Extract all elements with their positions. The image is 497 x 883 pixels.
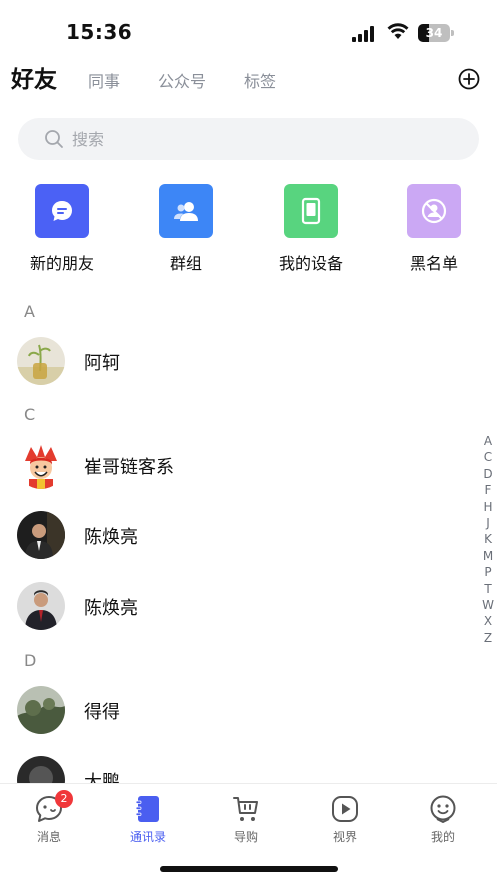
section-letter-c: C xyxy=(24,405,36,424)
groups-label: 群组 xyxy=(169,254,202,273)
blacklist-label: 黑名单 xyxy=(409,254,458,273)
avatar xyxy=(17,686,65,734)
nav-profile[interactable]: 我的 xyxy=(403,794,483,845)
tab-friends[interactable]: 好友 xyxy=(11,60,57,100)
device-icon xyxy=(284,184,338,238)
index-letter[interactable]: K xyxy=(480,531,496,547)
tab-colleagues[interactable]: 同事 xyxy=(88,62,120,102)
nav-label: 视界 xyxy=(332,830,357,844)
section-letter-a: A xyxy=(24,302,35,321)
status-time: 15:36 xyxy=(66,20,133,44)
chat-bubble-icon xyxy=(35,184,89,238)
nav-label: 消息 xyxy=(36,830,61,844)
home-indicator xyxy=(160,866,338,872)
nav-label: 导购 xyxy=(233,830,258,844)
index-letter[interactable]: W xyxy=(480,597,496,613)
cellular-signal-icon xyxy=(352,26,378,42)
my-devices-entry[interactable]: 我的设备 xyxy=(261,184,361,274)
status-bar: 15:36 34 xyxy=(0,0,497,60)
nav-label: 通讯录 xyxy=(129,830,166,844)
battery-tip xyxy=(451,30,454,36)
alphabet-index[interactable]: A C D F H J K M P T W X Z xyxy=(480,433,496,646)
add-circle-icon[interactable] xyxy=(458,68,480,90)
index-letter[interactable]: F xyxy=(480,482,496,498)
block-user-icon xyxy=(407,184,461,238)
nav-shopping-guide[interactable]: 导购 xyxy=(206,794,286,845)
contacts-book-icon xyxy=(133,794,163,824)
groups-entry[interactable]: 群组 xyxy=(136,184,236,274)
contact-row[interactable]: 崔哥链客系 xyxy=(0,430,470,500)
contact-name: 崔哥链客系 xyxy=(84,457,174,478)
group-icon xyxy=(159,184,213,238)
my-devices-label: 我的设备 xyxy=(278,254,343,273)
nav-contacts[interactable]: 通讯录 xyxy=(108,794,188,845)
message-icon: 2 xyxy=(34,790,73,824)
video-play-icon xyxy=(330,794,360,824)
blacklist-entry[interactable]: 黑名单 xyxy=(384,184,484,274)
contact-row[interactable]: 陈焕亮 xyxy=(0,500,470,570)
tab-official-accounts[interactable]: 公众号 xyxy=(158,62,206,102)
battery-level: 34 xyxy=(425,26,443,40)
index-letter[interactable]: J xyxy=(480,515,496,531)
new-friends-entry[interactable]: 新的朋友 xyxy=(12,184,112,274)
contact-name: 得得 xyxy=(84,702,120,723)
index-letter[interactable]: A xyxy=(480,433,496,449)
index-letter[interactable]: P xyxy=(480,564,496,580)
nav-messages[interactable]: 2 消息 xyxy=(9,790,89,845)
wifi-icon xyxy=(387,23,409,39)
new-friends-label: 新的朋友 xyxy=(29,254,94,273)
index-letter[interactable]: T xyxy=(480,581,496,597)
search-input[interactable] xyxy=(72,118,452,160)
contact-name: 陈焕亮 xyxy=(84,527,138,548)
battery-icon: 34 xyxy=(418,24,450,42)
search-icon xyxy=(45,130,63,148)
avatar xyxy=(17,337,65,385)
nav-vision[interactable]: 视界 xyxy=(305,794,385,845)
contact-name: 陈焕亮 xyxy=(84,598,138,619)
nav-label: 我的 xyxy=(430,830,455,844)
index-letter[interactable]: X xyxy=(480,613,496,629)
profile-face-icon xyxy=(428,794,458,824)
index-letter[interactable]: D xyxy=(480,466,496,482)
shopping-cart-icon xyxy=(231,794,261,824)
avatar xyxy=(17,582,65,630)
avatar xyxy=(17,511,65,559)
unread-badge: 2 xyxy=(55,790,73,808)
avatar xyxy=(17,441,65,489)
search-bar[interactable] xyxy=(18,118,479,160)
contact-row[interactable]: 阿轲 xyxy=(0,326,470,396)
index-letter[interactable]: M xyxy=(480,548,496,564)
index-letter[interactable]: Z xyxy=(480,630,496,646)
index-letter[interactable]: H xyxy=(480,499,496,515)
index-letter[interactable]: C xyxy=(480,449,496,465)
section-letter-d: D xyxy=(24,651,37,670)
contact-name: 阿轲 xyxy=(84,353,120,374)
tab-tags[interactable]: 标签 xyxy=(244,62,276,102)
contact-row[interactable]: 陈焕亮 xyxy=(0,571,470,641)
top-tabs: 好友 同事 公众号 标签 xyxy=(0,60,497,104)
contact-row[interactable]: 得得 xyxy=(0,675,470,745)
